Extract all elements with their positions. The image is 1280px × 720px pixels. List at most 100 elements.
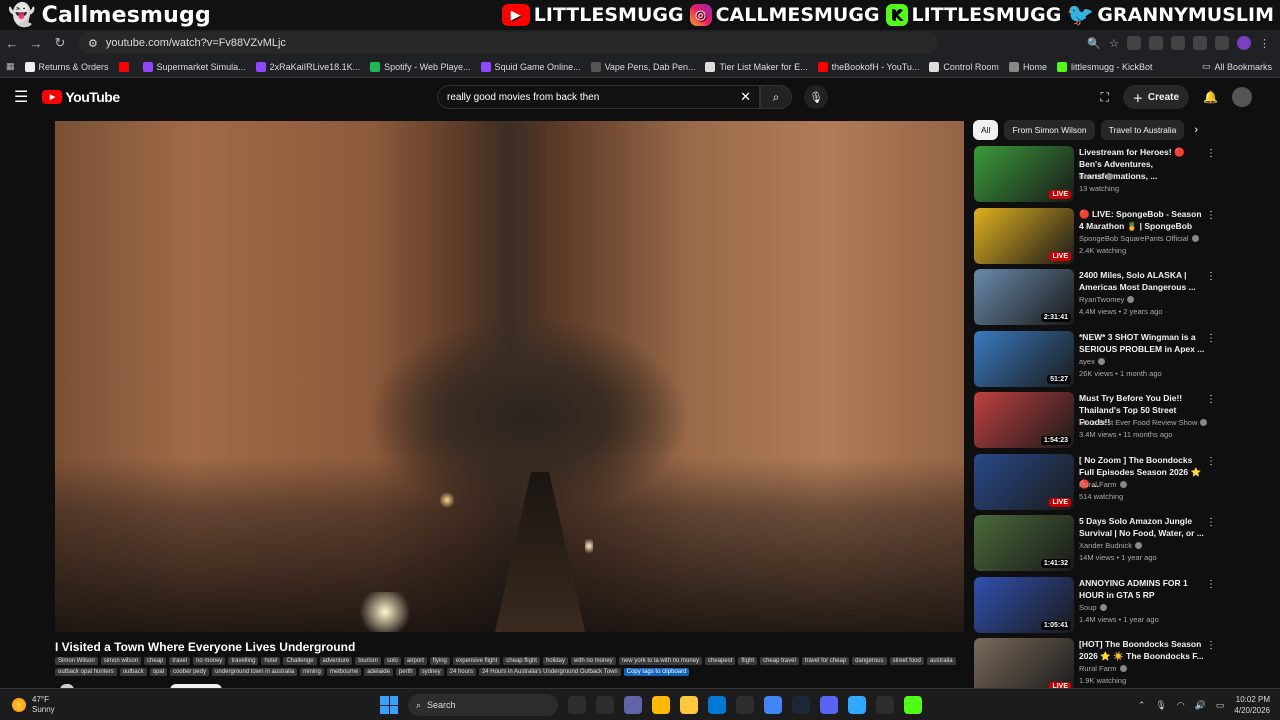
video-tag[interactable]: holiday — [542, 657, 568, 665]
recommendation-channel[interactable]: Soup — [1079, 603, 1107, 612]
site-settings-icon[interactable]: ⚙ — [88, 37, 98, 50]
taskbar-app-icon[interactable] — [568, 696, 586, 714]
video-tag[interactable]: travel for cheap — [801, 657, 850, 665]
recommendation-title[interactable]: 2400 Miles, Solo ALASKA | Americas Most … — [1079, 269, 1205, 293]
more-options-icon[interactable]: ⋮ — [1206, 456, 1216, 467]
video-tag[interactable]: hotel — [261, 657, 281, 665]
more-options-icon[interactable]: ⋮ — [1206, 210, 1216, 221]
video-tag[interactable]: adelaide — [364, 668, 393, 676]
video-thumbnail[interactable]: 1:54:23 — [974, 392, 1074, 448]
taskbar-app-icon[interactable] — [596, 696, 614, 714]
more-options-icon[interactable]: ⋮ — [1206, 333, 1216, 344]
video-tag[interactable]: travel — [169, 657, 191, 665]
bookmark-item[interactable]: theBookofH - YouTu... — [817, 61, 919, 72]
video-tag[interactable]: perth — [395, 668, 416, 676]
video-tag[interactable]: australia — [926, 657, 956, 665]
recommendation-item[interactable]: 1:54:23 Must Try Before You Die!! Thailan… — [973, 392, 1273, 450]
more-options-icon[interactable]: ⋮ — [1206, 394, 1216, 405]
filter-chip[interactable]: Travel to Australia — [1100, 120, 1185, 140]
recommendation-title[interactable]: ANNOYING ADMINS FOR 1 HOUR in GTA 5 RP — [1079, 577, 1205, 601]
avatar[interactable] — [1232, 87, 1252, 107]
more-options-icon[interactable]: ⋮ — [1206, 148, 1216, 159]
bookmark-item[interactable]: Supermarket Simula... — [142, 61, 246, 72]
video-thumbnail[interactable]: LIVE — [974, 146, 1074, 202]
bookmark-item[interactable]: 2xRaKaiIRLive18.1K... — [255, 61, 360, 72]
filter-chip[interactable]: From Simon Wilson — [1004, 120, 1095, 140]
video-tag[interactable]: cheap travel — [760, 657, 799, 665]
recommendation-item[interactable]: 2:31:41 2400 Miles, Solo ALASKA | America… — [973, 269, 1273, 327]
video-tag[interactable]: tourism — [355, 657, 381, 665]
video-tag[interactable]: outback opal hunters — [55, 668, 117, 676]
video-tag[interactable]: coober pedy — [170, 668, 210, 676]
video-tag[interactable]: Simon Wilson — [55, 657, 98, 665]
more-options-icon[interactable]: ⋮ — [1206, 640, 1216, 651]
recommendation-channel[interactable]: ayex — [1079, 357, 1105, 366]
youtube-logo[interactable]: ▶ YouTube — [42, 89, 120, 105]
apps-grid-icon[interactable]: ▦ — [6, 61, 15, 72]
extension-icon[interactable] — [1149, 36, 1163, 50]
video-thumbnail[interactable]: LIVE — [974, 638, 1074, 690]
bookmark-item[interactable]: Spotify - Web Playe... — [370, 61, 471, 72]
bookmark-item[interactable]: Tier List Maker for E... — [705, 61, 808, 72]
bookmark-item[interactable]: Control Room — [929, 61, 999, 72]
menu-dots-icon[interactable]: ⋮ — [1259, 37, 1270, 50]
taskbar-app-icon[interactable] — [652, 696, 670, 714]
bell-icon[interactable]: 🔔 — [1203, 90, 1218, 104]
recommendation-channel[interactable]: SpongeBob SquarePants Official — [1079, 234, 1199, 243]
video-tag[interactable]: street food — [889, 657, 924, 665]
video-tag[interactable]: expensive flight — [452, 657, 501, 665]
recommendation-channel[interactable]: More Best Ever Food Review Show — [1079, 418, 1208, 427]
taskbar-app-icon[interactable] — [624, 696, 642, 714]
chevron-right-icon[interactable]: › — [1194, 124, 1198, 136]
video-tag[interactable]: adventure — [319, 657, 353, 665]
video-tag[interactable]: outback — [119, 668, 147, 676]
mic-button[interactable]: 🎙 — [804, 85, 828, 109]
recommendation-channel[interactable]: Rural Farm — [1079, 480, 1127, 489]
taskbar-app-icon[interactable] — [904, 696, 922, 714]
video-tag[interactable]: with no money — [570, 657, 616, 665]
video-thumbnail[interactable]: 51:27 — [974, 330, 1074, 387]
taskbar-app-icon[interactable] — [792, 696, 810, 714]
video-tag[interactable]: no money — [193, 657, 226, 665]
taskbar-app-icon[interactable] — [820, 696, 838, 714]
recommendation-item[interactable]: 1:05:41 ANNOYING ADMINS FOR 1 HOUR in GTA… — [973, 576, 1273, 635]
video-tag[interactable]: 24 hours — [446, 668, 476, 676]
recommendation-item[interactable]: LIVE[ No Zoom ] The Boondocks Full Episo… — [973, 453, 1273, 512]
taskbar-search[interactable]: ⌕ Search — [408, 694, 558, 716]
recommendation-item[interactable]: LIVE Livestream for Heroes! 🔴 Ben's Adven… — [973, 146, 1273, 204]
video-thumbnail[interactable]: 1:05:41 — [974, 576, 1074, 633]
star-icon[interactable]: ☆ — [1109, 37, 1119, 50]
video-tag[interactable]: simon wilson — [100, 657, 142, 665]
more-options-icon[interactable]: ⋮ — [1206, 271, 1216, 282]
recommendation-title[interactable]: 5 Days Solo Amazon Jungle Survival | No … — [1079, 515, 1205, 539]
recommendation-title[interactable]: [HOT] The Boondocks Season 2026 ⭐ ☀️ The… — [1079, 638, 1205, 662]
video-tag[interactable]: opal — [149, 668, 168, 676]
video-tag[interactable]: Challenge — [283, 657, 317, 665]
windows-start-icon[interactable] — [380, 696, 398, 714]
bookmark-item[interactable]: littlesmugg - KickBot — [1056, 61, 1152, 72]
recommendation-item[interactable]: LIVE 🔴 LIVE: SpongeBob - Season 4 Maratho… — [973, 207, 1273, 266]
bookmark-item[interactable]: Squid Game Online... — [480, 61, 581, 72]
volume-icon[interactable]: 🔊 — [1195, 700, 1206, 711]
taskbar-app-icon[interactable] — [708, 696, 726, 714]
video-tag[interactable]: melbourne — [326, 668, 362, 676]
video-tag[interactable]: cheap — [144, 657, 167, 665]
taskbar-app-icon[interactable] — [736, 696, 754, 714]
video-tag[interactable]: new york to la with no money — [618, 657, 703, 665]
clear-icon[interactable]: ✕ — [740, 89, 751, 105]
video-tag[interactable]: dangerous — [852, 657, 887, 665]
back-icon[interactable]: ← — [0, 31, 24, 55]
video-tag[interactable]: underground town in australia — [212, 668, 298, 676]
video-tag[interactable]: cheap flight — [503, 657, 540, 665]
search-button[interactable]: ⌕ — [760, 85, 792, 109]
zoom-icon[interactable]: 🔍 — [1087, 37, 1101, 50]
video-tag[interactable]: travelling — [228, 657, 259, 665]
recommendation-channel[interactable]: Ben 10 — [1079, 172, 1113, 181]
profile-icon[interactable] — [1237, 36, 1251, 50]
video-thumbnail[interactable]: 2:31:41 — [974, 269, 1074, 325]
create-button[interactable]: ＋ Create — [1122, 85, 1190, 109]
video-tag[interactable]: mining — [300, 668, 324, 676]
video-tag[interactable]: flying — [429, 657, 450, 665]
search-input[interactable]: really good movies from back then ✕ — [437, 85, 760, 109]
clock[interactable]: 10:02 PM 4/20/2026 — [1234, 694, 1270, 716]
